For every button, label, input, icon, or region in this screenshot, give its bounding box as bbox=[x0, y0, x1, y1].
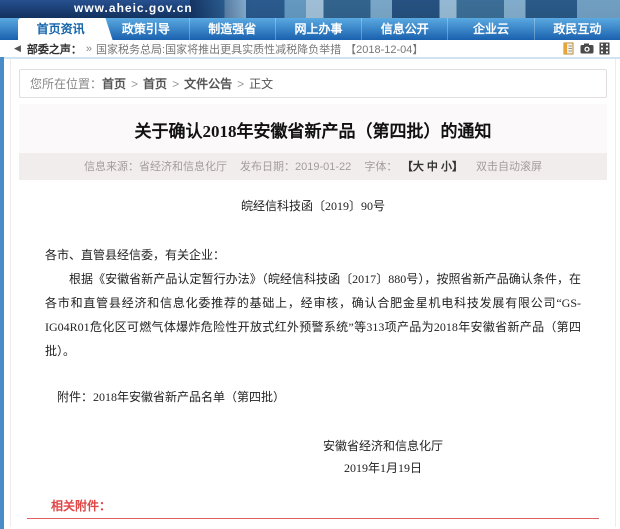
ticker-prev-icon[interactable]: ◀ bbox=[14, 43, 21, 54]
meta-date: 发布日期：2019-01-22 bbox=[240, 161, 351, 173]
font-size-switcher[interactable]: 【大 中 小】 bbox=[407, 161, 463, 173]
document-number: 皖经信科技函〔2019〕90号 bbox=[45, 197, 581, 214]
breadcrumb-current: 正文 bbox=[249, 77, 273, 91]
article-meta: 信息来源：省经济和信息化厅 发布日期：2019-01-22 字体： 【大 中 小】… bbox=[19, 153, 607, 180]
signer-name: 安徽省经济和信息化厅 bbox=[303, 435, 463, 457]
site-url: www.aheic.gov.cn bbox=[74, 1, 193, 15]
breadcrumb-home[interactable]: 首页 bbox=[102, 77, 126, 91]
meta-font-label: 字体： bbox=[364, 161, 397, 173]
breadcrumb-prefix: 您所在位置： bbox=[30, 77, 102, 91]
ticker-toolbar bbox=[562, 42, 610, 55]
tab-manufacturing[interactable]: 制造强省 bbox=[190, 18, 276, 40]
ticker-separator: » bbox=[86, 43, 92, 55]
signature-block: 安徽省经济和信息化厅 2019年1月19日 bbox=[303, 435, 463, 479]
breadcrumb-documents[interactable]: 文件公告 bbox=[184, 77, 232, 91]
related-attachments-section: 相关附件： 1.2018年安徽省新产品名单（第四批）.docx bbox=[17, 497, 609, 529]
ticker-news-link[interactable]: 国家税务总局:国家将推出更具实质性减税降负举措 bbox=[96, 41, 341, 57]
tab-policy-guide[interactable]: 政策引导 bbox=[103, 18, 189, 40]
main-nav: 首页资讯 政策引导 制造强省 网上办事 信息公开 企业云 政民互动 bbox=[0, 18, 620, 40]
left-edge-stripe bbox=[0, 57, 4, 529]
ticker-label: 部委之声： bbox=[27, 41, 82, 57]
tab-public-interaction[interactable]: 政民互动 bbox=[535, 18, 620, 40]
notepad-icon[interactable] bbox=[562, 42, 575, 55]
red-divider bbox=[27, 518, 599, 519]
banner-photo-collage bbox=[190, 0, 620, 18]
tab-online-services[interactable]: 网上办事 bbox=[276, 18, 362, 40]
camera-icon[interactable] bbox=[580, 42, 594, 55]
breadcrumb-separator: > bbox=[172, 77, 179, 91]
tab-enterprise-cloud[interactable]: 企业云 bbox=[448, 18, 534, 40]
ticker-news-date: 【2018-12-04】 bbox=[345, 41, 423, 57]
document-salutation: 各市、直管县经信委，有关企业： bbox=[45, 246, 581, 263]
tab-info-disclosure[interactable]: 信息公开 bbox=[362, 18, 448, 40]
document-body: 皖经信科技函〔2019〕90号 各市、直管县经信委，有关企业： 根据《安徽省新产… bbox=[17, 197, 609, 479]
filmstrip-icon[interactable] bbox=[599, 42, 610, 55]
page-title: 关于确认2018年安徽省新产品（第四批）的通知 bbox=[19, 104, 607, 153]
news-ticker-bar: ◀ 部委之声： » 国家税务总局:国家将推出更具实质性减税降负举措 【2018-… bbox=[0, 40, 620, 59]
breadcrumb: 您所在位置：首页>首页>文件公告>正文 bbox=[19, 69, 607, 98]
meta-scroll-tip: 双击自动滚屏 bbox=[476, 161, 542, 173]
document-paragraph: 根据《安徽省新产品认定暂行办法》（皖经信科技函〔2017〕880号），按照省新产… bbox=[45, 267, 581, 363]
related-attachments-header: 相关附件： bbox=[17, 497, 609, 514]
breadcrumb-home-2[interactable]: 首页 bbox=[143, 77, 167, 91]
main-content: 您所在位置：首页>首页>文件公告>正文 关于确认2018年安徽省新产品（第四批）… bbox=[10, 59, 616, 527]
article-header: 关于确认2018年安徽省新产品（第四批）的通知 信息来源：省经济和信息化厅 发布… bbox=[19, 104, 607, 180]
attachment-reference: 附件：2018年安徽省新产品名单（第四批） bbox=[45, 388, 581, 405]
breadcrumb-separator: > bbox=[237, 77, 244, 91]
sign-date: 2019年1月19日 bbox=[303, 457, 463, 479]
meta-source: 信息来源：省经济和信息化厅 bbox=[84, 161, 227, 173]
breadcrumb-separator: > bbox=[131, 77, 138, 91]
tab-home-news[interactable]: 首页资讯 bbox=[18, 18, 103, 40]
top-banner: www.aheic.gov.cn bbox=[0, 0, 620, 18]
